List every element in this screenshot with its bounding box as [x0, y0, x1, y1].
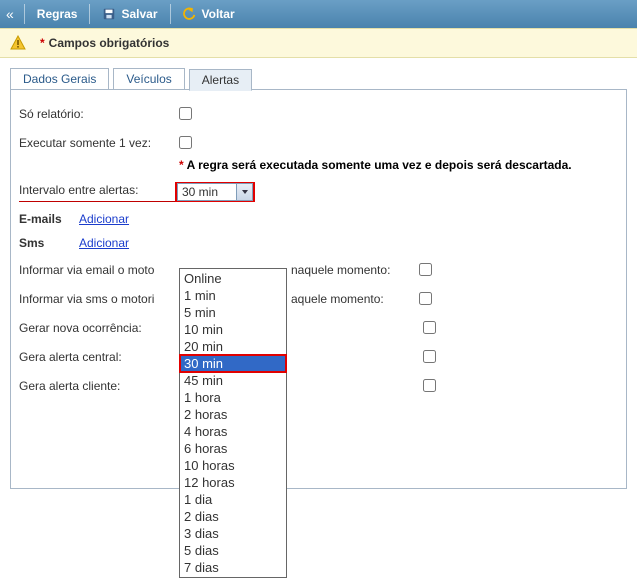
label-informar-sms-post: aquele momento:	[291, 292, 403, 306]
checkbox-gerar-ocorrencia[interactable]	[423, 321, 436, 334]
label-executar-1-vez: Executar somente 1 vez:	[19, 136, 175, 150]
dropdown-option[interactable]: 4 horas	[180, 423, 286, 440]
emails-adicionar-link[interactable]: Adicionar	[79, 212, 129, 226]
sms-adicionar-link[interactable]: Adicionar	[79, 236, 129, 250]
panel-wrapper: Dados Gerais Veículos Alertas Só relatór…	[0, 58, 637, 489]
dropdown-option[interactable]: Online	[180, 270, 286, 287]
intervalo-dropdown-list[interactable]: Online1 min5 min10 min20 min30 min45 min…	[179, 268, 287, 578]
collapse-chevron-icon[interactable]: «	[4, 6, 20, 22]
warning-icon	[10, 35, 26, 51]
dropdown-option[interactable]: 7 dias	[180, 559, 286, 576]
row-executar-1-vez: Executar somente 1 vez:	[19, 133, 612, 152]
dropdown-option[interactable]: 1 dia	[180, 491, 286, 508]
checkbox-informar-sms[interactable]	[419, 292, 432, 305]
intervalo-select-highlight: 30 min	[175, 182, 255, 202]
label-informar-email-pre: Informar via email o moto	[19, 263, 181, 277]
regras-button[interactable]: Regras	[29, 5, 86, 23]
alertas-panel: Só relatório: Executar somente 1 vez: * …	[10, 89, 627, 489]
dropdown-option[interactable]: 6 horas	[180, 440, 286, 457]
toolbar-separator	[170, 4, 171, 24]
label-intervalo: Intervalo entre alertas:	[19, 183, 175, 202]
checkbox-gera-central[interactable]	[423, 350, 436, 363]
note-asterisk: *	[179, 158, 184, 172]
row-informar-sms: Informar via sms o motori aquele momento…	[19, 289, 612, 308]
row-gera-cliente: Gera alerta cliente:	[19, 376, 612, 395]
row-sms: Sms Adicionar	[19, 236, 612, 250]
save-icon	[102, 7, 116, 21]
tab-bar: Dados Gerais Veículos Alertas	[10, 68, 627, 90]
dropdown-option[interactable]: 2 dias	[180, 508, 286, 525]
intervalo-select-button[interactable]	[237, 183, 253, 201]
intervalo-select-value[interactable]: 30 min	[177, 183, 237, 201]
chevron-down-icon	[241, 188, 249, 196]
row-intervalo: Intervalo entre alertas: 30 min	[19, 182, 612, 202]
checkbox-informar-email[interactable]	[419, 263, 432, 276]
dropdown-option[interactable]: 12 horas	[180, 474, 286, 491]
dropdown-option[interactable]: 3 dias	[180, 525, 286, 542]
label-sms: Sms	[19, 236, 79, 250]
toolbar-separator	[89, 4, 90, 24]
required-fields-infobar: * Campos obrigatórios	[0, 28, 637, 58]
row-informar-email: Informar via email o moto naquele moment…	[19, 260, 612, 279]
row-gera-central: Gera alerta central:	[19, 347, 612, 366]
row-gerar-ocorrencia: Gerar nova ocorrência:	[19, 318, 612, 337]
label-so-relatorio: Só relatório:	[19, 107, 175, 121]
infobar-asterisk: *	[40, 36, 45, 50]
tab-dados-gerais[interactable]: Dados Gerais	[10, 68, 109, 90]
label-informar-email-post: naquele momento:	[291, 263, 403, 277]
tab-alertas[interactable]: Alertas	[189, 69, 252, 91]
toolbar-separator	[24, 4, 25, 24]
row-emails: E-mails Adicionar	[19, 212, 612, 226]
checkbox-so-relatorio[interactable]	[179, 107, 192, 120]
voltar-label: Voltar	[202, 7, 235, 21]
note-text: A regra será executada somente uma vez e…	[187, 158, 572, 172]
label-informar-sms-pre: Informar via sms o motori	[19, 292, 181, 306]
label-emails: E-mails	[19, 212, 79, 226]
dropdown-option[interactable]: 5 min	[180, 304, 286, 321]
salvar-button[interactable]: Salvar	[94, 5, 165, 23]
top-toolbar: « Regras Salvar Voltar	[0, 0, 637, 28]
salvar-label: Salvar	[121, 7, 157, 21]
dropdown-option[interactable]: 1 min	[180, 287, 286, 304]
dropdown-option[interactable]: 10 horas	[180, 457, 286, 474]
executar-note: * A regra será executada somente uma vez…	[179, 158, 612, 172]
row-so-relatorio: Só relatório:	[19, 104, 612, 123]
dropdown-option[interactable]: 5 dias	[180, 542, 286, 559]
voltar-button[interactable]: Voltar	[175, 5, 243, 23]
dropdown-option[interactable]: 45 min	[180, 372, 286, 389]
dropdown-option[interactable]: 10 min	[180, 321, 286, 338]
dropdown-option[interactable]: 30 min	[180, 355, 286, 372]
regras-label: Regras	[37, 7, 78, 21]
back-arrow-icon	[183, 7, 197, 21]
checkbox-gera-cliente[interactable]	[423, 379, 436, 392]
infobar-text: Campos obrigatórios	[49, 36, 170, 50]
dropdown-option[interactable]: 20 min	[180, 338, 286, 355]
dropdown-option[interactable]: 2 horas	[180, 406, 286, 423]
dropdown-option[interactable]: 1 hora	[180, 389, 286, 406]
checkbox-executar-1-vez[interactable]	[179, 136, 192, 149]
tab-veiculos[interactable]: Veículos	[113, 68, 184, 90]
